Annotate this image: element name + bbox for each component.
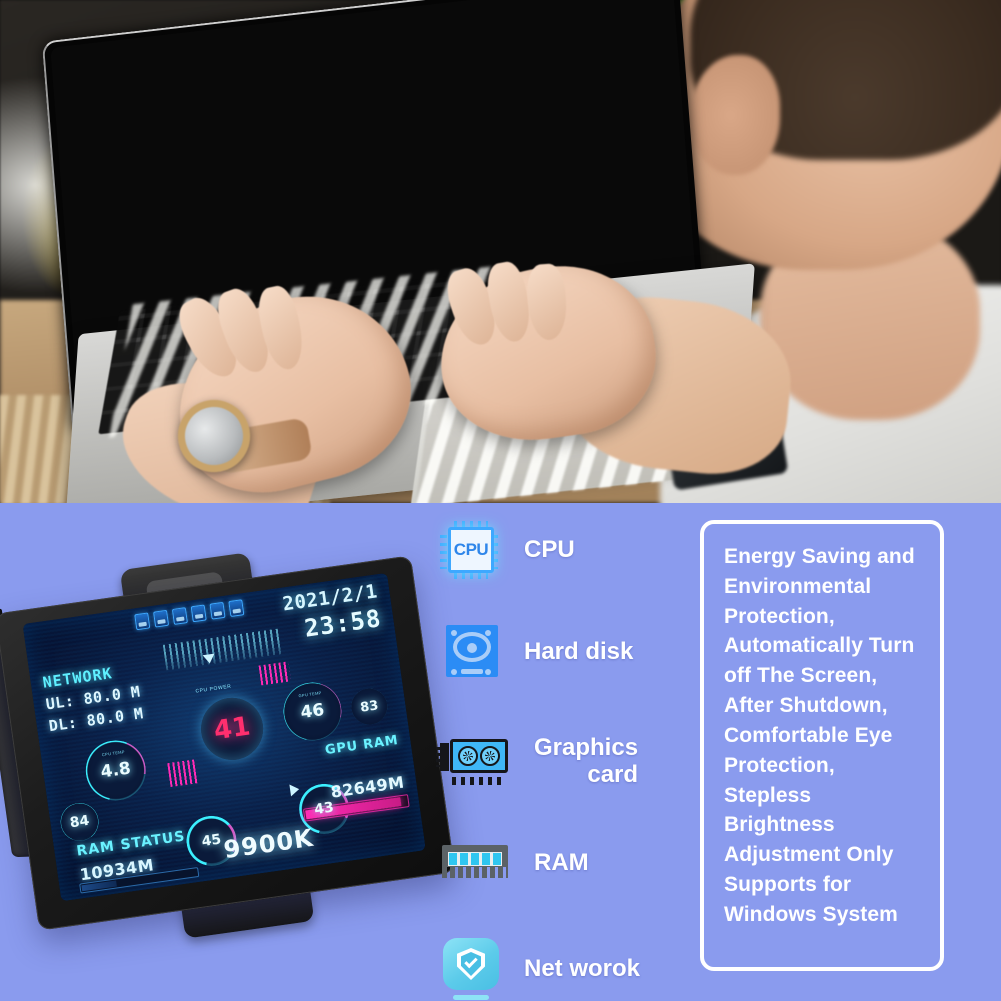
feature-panel: 2021/2/1 23:58 NETWORK UL: 80.0 M DL: 80…	[0, 503, 1001, 1001]
feature-label-cpu: CPU	[524, 535, 575, 563]
gpu-ram-label: GPU RAM	[324, 732, 400, 759]
status-icon-6	[228, 599, 245, 618]
monitor-screen: 2021/2/1 23:58 NETWORK UL: 80.0 M DL: 80…	[22, 572, 426, 902]
feature-label-hard-disk: Hard disk	[524, 637, 634, 665]
status-icon-4	[190, 604, 207, 623]
gauge-gpu-load-value: 43	[313, 799, 335, 819]
gauge-cpu-load: 84	[58, 800, 102, 844]
status-icon-5	[209, 601, 226, 620]
status-icon-1	[134, 612, 151, 631]
screen-status-icon-bar	[134, 599, 245, 631]
status-icon-3	[171, 607, 188, 625]
status-icon-2	[153, 609, 170, 628]
hub-bottom-arrow-icon	[289, 783, 300, 797]
person-ear	[690, 55, 780, 175]
upload-label: UL:	[44, 691, 76, 714]
lifestyle-photo	[0, 0, 1001, 503]
network-panel: NETWORK UL: 80.0 M DL: 80.0 M	[42, 661, 145, 736]
feature-item-hard-disk: Hard disk	[440, 623, 633, 681]
ram-icon	[440, 843, 512, 883]
feature-label-graphics-card: Graphics card	[534, 734, 639, 788]
monitor-body: 2021/2/1 23:58 NETWORK UL: 80.0 M DL: 80…	[0, 555, 456, 931]
gauge-cpu-temp-value: 4.8	[99, 757, 132, 782]
network-shield-icon	[440, 938, 502, 1000]
upload-value: 80.0 M	[82, 682, 142, 709]
gauge-cpu-load-value: 84	[68, 812, 91, 832]
screen-datetime: 2021/2/1 23:58	[281, 580, 383, 645]
cpu-model-label: 9900K	[221, 823, 316, 865]
mini-monitor-product: 2021/2/1 23:58 NETWORK UL: 80.0 M DL: 80…	[0, 552, 456, 958]
feature-item-network: Net worok	[440, 938, 640, 1000]
gauge-gpu-fan-value: 83	[359, 697, 380, 716]
info-box-text: Energy Saving and Environmental Protecti…	[724, 545, 915, 926]
download-value: 80.0 M	[85, 704, 145, 730]
cpu-icon: CPU	[440, 521, 502, 579]
hard-disk-icon	[440, 623, 502, 681]
gauge-ram-load-value: 45	[200, 831, 223, 851]
gauge-gpu-temp-value: 46	[299, 699, 326, 723]
feature-label-network: Net worok	[524, 954, 641, 982]
feature-item-ram: RAM	[440, 843, 589, 883]
info-box: Energy Saving and Environmental Protecti…	[700, 520, 944, 971]
feature-label-ram: RAM	[534, 848, 589, 876]
graphics-card-icon	[436, 737, 512, 787]
hub-value: 41	[212, 711, 253, 747]
download-label: DL:	[47, 713, 79, 736]
gauge-cpu-temp: CPU TEMP 4.8	[81, 736, 150, 805]
feature-item-cpu: CPU CPU	[440, 521, 575, 579]
product-infographic: 2021/2/1 23:58 NETWORK UL: 80.0 M DL: 80…	[0, 0, 1001, 1001]
feature-item-graphics-card: Graphics card	[436, 734, 639, 789]
gauge-gpu-fan: 83	[349, 686, 390, 727]
